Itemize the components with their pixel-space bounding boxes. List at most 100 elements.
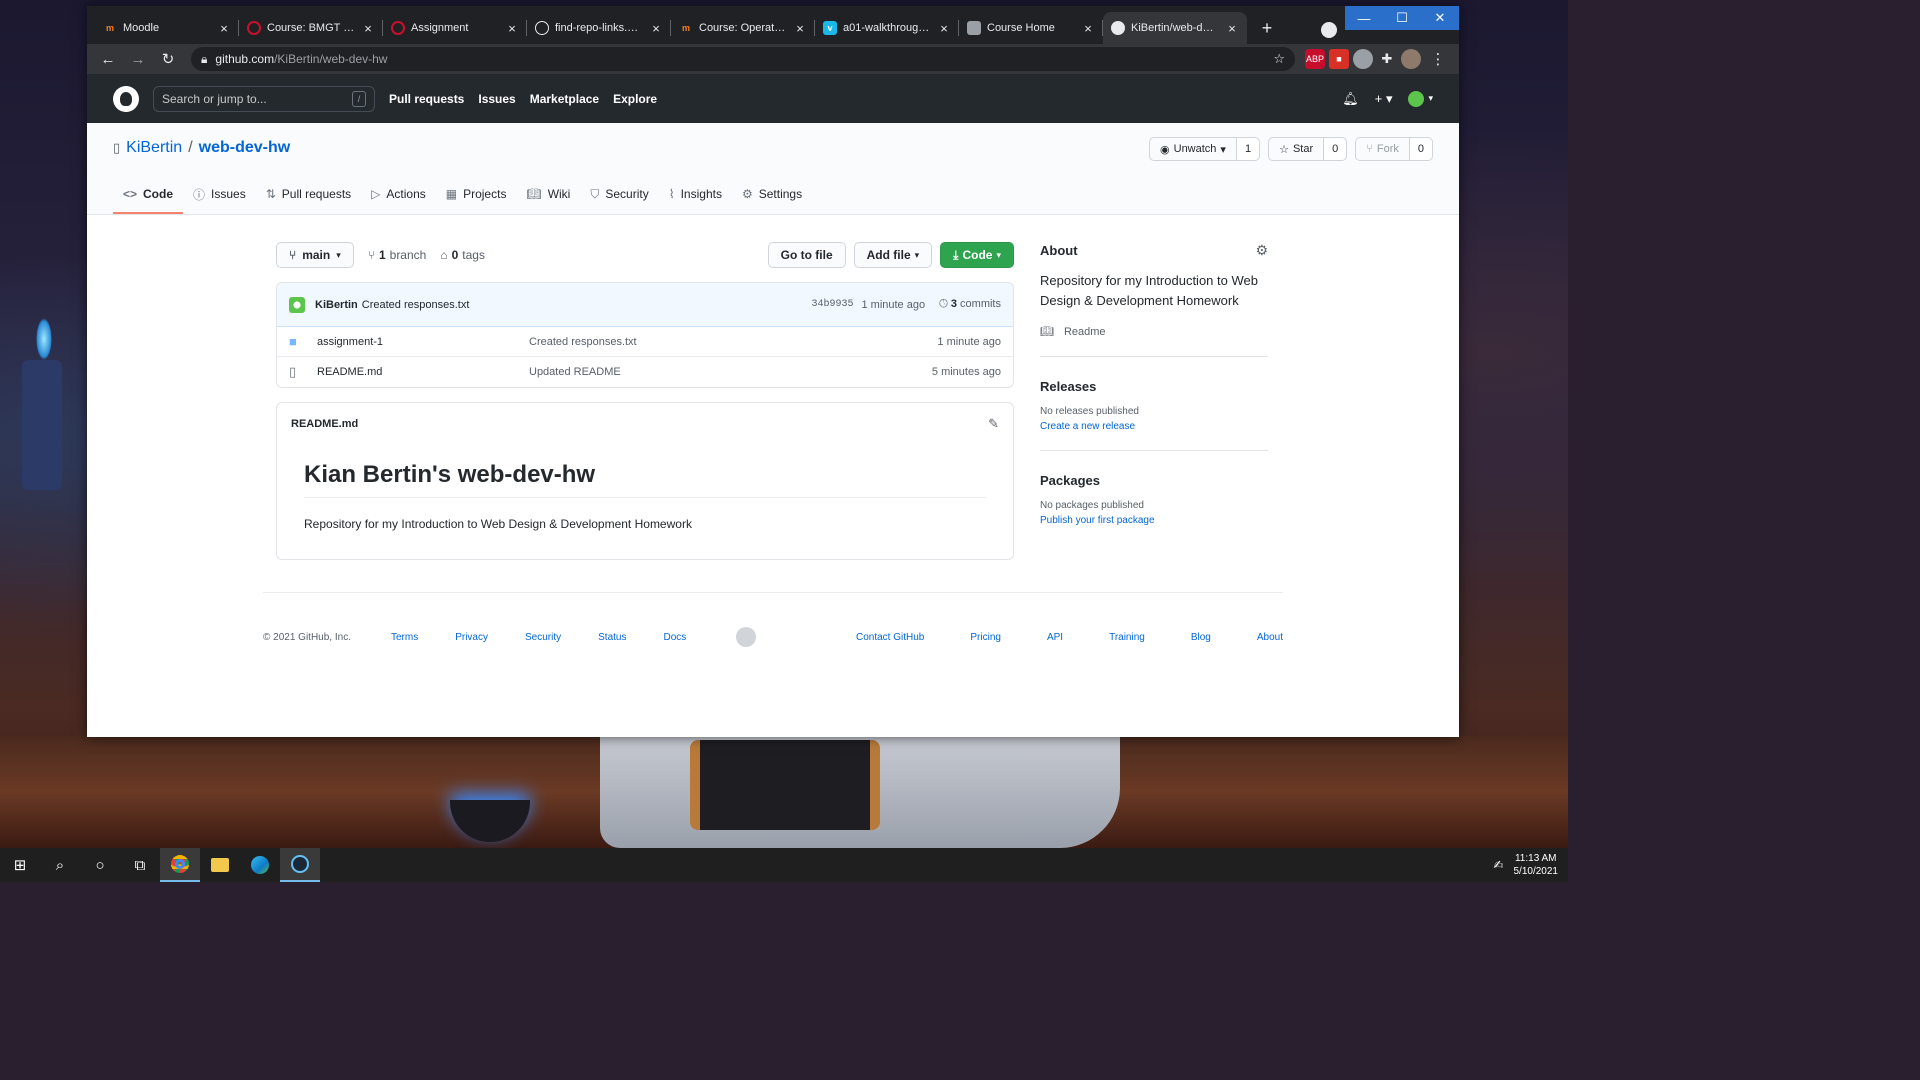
close-icon[interactable]: × <box>361 21 375 36</box>
footer-link-security[interactable]: Security <box>525 632 561 643</box>
back-button[interactable]: ← <box>95 46 121 72</box>
browser-tab[interactable]: v a01-walkthrough on × <box>815 12 959 44</box>
system-clock[interactable]: 11:13 AM 5/10/2021 <box>1514 852 1559 878</box>
search-input[interactable]: Search or jump to... / <box>153 85 375 112</box>
plus-dropdown-icon[interactable]: + ▾ <box>1375 91 1393 107</box>
tab-insights[interactable]: ⌇ Insights <box>659 176 732 214</box>
fork-button[interactable]: ⑂ Fork 0 <box>1355 137 1433 161</box>
avatar[interactable] <box>289 296 305 313</box>
star-button[interactable]: ☆ Star 0 <box>1268 137 1348 161</box>
tab-code[interactable]: <> Code <box>113 176 184 214</box>
branches-link[interactable]: ⑂ 1 branch <box>368 248 427 262</box>
tags-link[interactable]: ⌂ 0 tags <box>440 248 485 262</box>
reload-button[interactable]: ↻ <box>155 46 181 72</box>
tab-projects[interactable]: ▦ Projects <box>436 176 517 214</box>
maximize-button[interactable]: ☐ <box>1383 6 1421 30</box>
file-name-link[interactable]: README.md <box>317 366 529 378</box>
footer-link-api[interactable]: API <box>1047 632 1063 643</box>
user-menu[interactable]: ▾ <box>1408 90 1433 107</box>
nav-explore[interactable]: Explore <box>613 92 657 106</box>
profile-avatar[interactable] <box>1401 49 1421 69</box>
cortana-icon[interactable]: ○ <box>80 848 120 882</box>
footer-link-privacy[interactable]: Privacy <box>455 632 488 643</box>
code-button[interactable]: ⤓ Code ▾ <box>940 242 1014 268</box>
tab-security[interactable]: ⛉ Security <box>580 176 658 214</box>
footer-link-docs[interactable]: Docs <box>663 632 686 643</box>
file-commit-message[interactable]: Updated README <box>529 366 932 378</box>
repo-owner-link[interactable]: KiBertin <box>126 139 182 157</box>
releases-title[interactable]: Releases <box>1040 379 1268 394</box>
minimize-button[interactable]: — <box>1345 6 1383 30</box>
tab-settings[interactable]: ⚙ Settings <box>732 176 812 214</box>
pen-icon[interactable]: ✍ <box>1493 858 1503 872</box>
github-logo-icon[interactable] <box>113 85 139 112</box>
browser-tab[interactable]: Course: BMGT 401/M× <box>239 12 383 44</box>
forward-button[interactable]: → <box>125 46 151 72</box>
footer-link-status[interactable]: Status <box>598 632 626 643</box>
commits-link[interactable]: 🕓︎ 3 commits <box>939 298 1001 311</box>
repo-name-link[interactable]: web-dev-hw <box>199 139 291 157</box>
browser-tab[interactable]: Assignment × <box>383 12 527 44</box>
watch-count[interactable]: 1 <box>1236 138 1260 160</box>
tab-wiki[interactable]: 📖︎ Wiki <box>516 176 580 214</box>
search-icon[interactable]: ⌕ <box>40 848 80 882</box>
windows-start-icon[interactable]: ⊞ <box>0 848 40 882</box>
steam-icon[interactable] <box>280 848 320 882</box>
publish-package-link[interactable]: Publish your first package <box>1040 515 1268 526</box>
close-icon[interactable]: × <box>505 21 519 36</box>
puzzle-extensions-icon[interactable]: ✚ <box>1377 49 1397 69</box>
star-count[interactable]: 0 <box>1324 138 1347 160</box>
new-tab-button[interactable]: + <box>1253 14 1281 42</box>
table-row[interactable]: ▯ README.md Updated README 5 minutes ago <box>277 357 1013 387</box>
watch-button[interactable]: ◉ Unwatch ▾ 1 <box>1149 137 1261 161</box>
table-row[interactable]: ■ assignment-1 Created responses.txt 1 m… <box>277 327 1013 357</box>
file-commit-message[interactable]: Created responses.txt <box>529 336 937 348</box>
footer-link-training[interactable]: Training <box>1109 632 1145 643</box>
commit-author-link[interactable]: KiBertin <box>315 299 358 311</box>
footer-link-about[interactable]: About <box>1257 632 1283 643</box>
tab-search-icon[interactable] <box>1321 22 1337 38</box>
browser-tab[interactable]: mCourse: Operations M× <box>671 12 815 44</box>
tab-pull-requests[interactable]: ⇅ Pull requests <box>256 176 361 214</box>
nav-issues[interactable]: Issues <box>478 92 515 106</box>
gear-icon[interactable]: ⚙ <box>1255 242 1268 259</box>
extension-icon[interactable] <box>1353 49 1373 69</box>
nav-pull-requests[interactable]: Pull requests <box>389 92 464 106</box>
browser-tab-active[interactable]: KiBertin/web-dev-hw× <box>1103 12 1247 44</box>
close-icon[interactable]: × <box>649 21 663 36</box>
footer-link-pricing[interactable]: Pricing <box>970 632 1001 643</box>
packages-title[interactable]: Packages <box>1040 473 1268 488</box>
address-bar[interactable]: 🔒︎ github.com/KiBertin/web-dev-hw ☆ <box>191 47 1295 71</box>
footer-link-contact[interactable]: Contact GitHub <box>856 632 924 643</box>
file-name-link[interactable]: assignment-1 <box>317 336 529 348</box>
bell-icon[interactable]: 🔔︎ <box>1342 91 1359 107</box>
browser-tab[interactable]: m Moodle × <box>95 12 239 44</box>
browser-menu-icon[interactable]: ⋮ <box>1425 46 1451 72</box>
commit-sha-link[interactable]: 34b9935 <box>811 299 853 310</box>
github-mark-icon[interactable] <box>736 627 757 647</box>
task-view-icon[interactable]: ⧉ <box>120 848 160 882</box>
edge-icon[interactable] <box>240 848 280 882</box>
fork-count[interactable]: 0 <box>1409 138 1432 160</box>
commit-message-link[interactable]: Created responses.txt <box>362 299 470 311</box>
close-icon[interactable]: × <box>1081 21 1095 36</box>
branch-select-button[interactable]: ⑂ main ▾ <box>276 242 354 268</box>
go-to-file-button[interactable]: Go to file <box>767 242 846 268</box>
footer-link-terms[interactable]: Terms <box>391 632 418 643</box>
nav-marketplace[interactable]: Marketplace <box>530 92 599 106</box>
readme-link[interactable]: 📖︎ Readme <box>1040 325 1268 357</box>
tab-actions[interactable]: ▷ Actions <box>361 176 436 214</box>
footer-link-blog[interactable]: Blog <box>1191 632 1211 643</box>
pdf-extension-icon[interactable]: ■ <box>1329 49 1349 69</box>
bookmark-star-icon[interactable]: ☆ <box>1273 51 1285 67</box>
browser-tab[interactable]: Course Home × <box>959 12 1103 44</box>
chrome-icon[interactable] <box>160 848 200 882</box>
adblock-extension-icon[interactable]: ABP <box>1305 49 1325 69</box>
tab-issues[interactable]: ⓘ Issues <box>183 176 256 214</box>
close-icon[interactable]: × <box>217 21 231 36</box>
close-icon[interactable]: × <box>793 21 807 36</box>
close-icon[interactable]: × <box>1225 21 1239 36</box>
file-explorer-icon[interactable] <box>200 848 240 882</box>
close-window-button[interactable]: ✕ <box>1421 6 1459 30</box>
browser-tab[interactable]: find-repo-links.gif (8 × <box>527 12 671 44</box>
